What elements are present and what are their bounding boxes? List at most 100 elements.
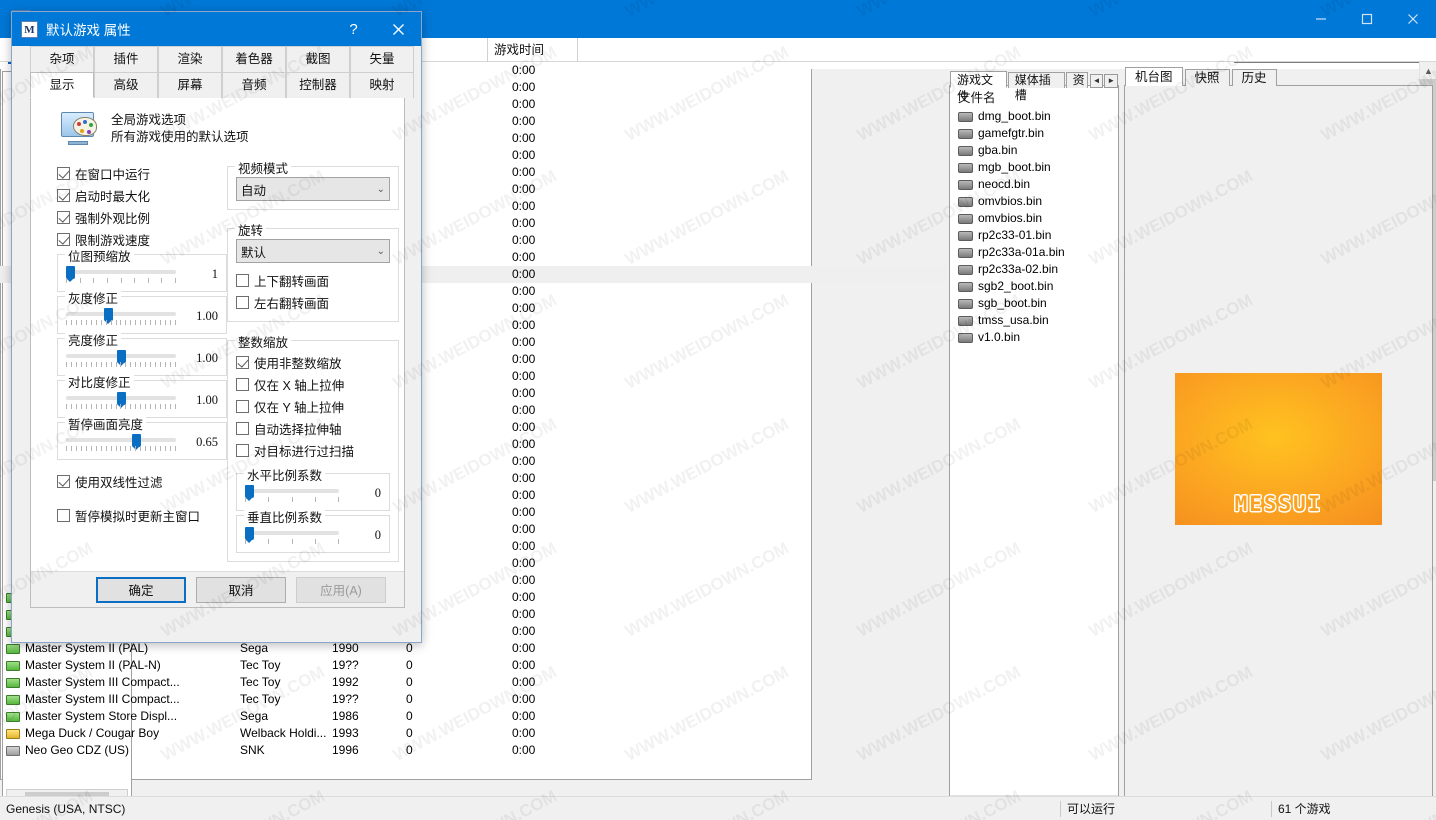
cell-time: 0:00 (512, 216, 536, 230)
dialog-tab-5[interactable]: 控制器 (286, 72, 350, 98)
checkbox-icon[interactable] (236, 443, 249, 457)
rom-chip-icon (958, 162, 973, 173)
checkbox-icon[interactable] (57, 474, 70, 488)
column-header-time[interactable]: 游戏时间 (488, 38, 578, 62)
dialog-tab-1[interactable]: 杂项 (30, 46, 94, 72)
dialog-tab-6[interactable]: 矢量 (350, 46, 414, 72)
list-item[interactable]: gamefgtr.bin (950, 125, 1118, 142)
help-icon[interactable]: ? (331, 12, 376, 46)
checkbox-flip-1[interactable]: 上下翻转画面 (236, 269, 390, 291)
preview-pane[interactable]: 机台图 快照 历史 MESSUI (1124, 67, 1433, 813)
cell-time: 0:00 (512, 233, 536, 247)
checkbox-icon[interactable] (236, 421, 249, 435)
chevron-down-icon[interactable]: ⌄ (377, 184, 385, 195)
checkbox-icon[interactable] (57, 508, 70, 522)
dialog-tab-2[interactable]: 插件 (94, 46, 158, 72)
checkbox-icon[interactable] (236, 273, 249, 287)
checkbox-icon[interactable] (236, 377, 249, 391)
slider-track[interactable] (66, 349, 176, 367)
slider-track[interactable] (244, 484, 339, 502)
slider-track[interactable] (66, 307, 176, 325)
tab-history[interactable]: 历史 (1231, 69, 1277, 87)
rotation-select[interactable]: 默认 ⌄ (236, 239, 390, 263)
scroll-up-icon[interactable]: ▲ (1420, 62, 1436, 79)
cell-time: 0:00 (512, 80, 536, 94)
chevron-down-icon[interactable]: ⌄ (377, 246, 385, 257)
dialog-tab-4[interactable]: 音频 (222, 72, 286, 98)
dialog-tabs-row-2: 显示 高级 屏幕 音频 控制器 映射 (30, 72, 421, 98)
ok-button[interactable]: 确定 (96, 576, 186, 603)
list-item[interactable]: neocd.bin (950, 176, 1118, 193)
cell-time: 0:00 (512, 114, 536, 128)
list-item[interactable]: omvbios.bin (950, 210, 1118, 227)
software-files-pane[interactable]: 游戏文件 媒体插槽 资 ◄ ► 文件名 dmg_boot.bin gamefgtr… (949, 71, 1119, 813)
list-item[interactable]: rp2c33a-02.bin (950, 261, 1118, 278)
cell-time: 0:00 (512, 522, 536, 536)
checkbox-option-3[interactable]: 强制外观比例 (57, 206, 227, 228)
slider-track[interactable] (66, 433, 176, 451)
rom-chip-icon (958, 128, 973, 139)
checkbox-icon[interactable] (57, 166, 70, 180)
slider-value: 1.00 (196, 308, 218, 323)
dialog-tab-5[interactable]: 截图 (286, 46, 350, 72)
rom-chip-icon (958, 230, 973, 241)
checkbox-icon[interactable] (236, 355, 249, 369)
checkbox-scaling-5[interactable]: 对目标进行过扫描 (236, 439, 390, 461)
default-game-properties-dialog[interactable]: M 默认游戏 属性 ? 杂项 插件 渲染 着色器 截图 矢量 显示 高级 屏幕 音频 控制器 映射 (11, 11, 422, 643)
checkbox-option-1[interactable]: 在窗口中运行 (57, 162, 227, 184)
list-item[interactable]: dmg_boot.bin (950, 108, 1118, 125)
checkbox-flip-2[interactable]: 左右翻转画面 (236, 291, 390, 313)
slider-track[interactable] (244, 526, 339, 544)
tab-cabinet-image[interactable]: 机台图 (1125, 67, 1183, 87)
checkbox-icon[interactable] (236, 295, 249, 309)
dialog-titlebar: M 默认游戏 属性 ? (12, 12, 421, 46)
slider-label: 对比度修正 (65, 372, 134, 391)
checkbox-label: 自动选择拉伸轴 (254, 422, 342, 437)
dialog-tab-4[interactable]: 着色器 (222, 46, 286, 72)
checkbox-scaling-3[interactable]: 仅在 Y 轴上拉伸 (236, 395, 390, 417)
checkbox-icon[interactable] (57, 210, 70, 224)
cell-time: 0:00 (512, 420, 536, 434)
minimize-icon[interactable] (1298, 0, 1344, 38)
tab-snapshot[interactable]: 快照 (1184, 69, 1230, 87)
list-item[interactable]: omvbios.bin (950, 193, 1118, 210)
list-item[interactable]: gba.bin (950, 142, 1118, 159)
list-item[interactable]: rp2c33-01.bin (950, 227, 1118, 244)
files-list[interactable]: 文件名 dmg_boot.bin gamefgtr.bin gba.bin mgb_b… (950, 86, 1118, 795)
cell-year: 1996 (332, 743, 359, 757)
dialog-close-icon[interactable] (376, 12, 421, 46)
checkbox-icon[interactable] (236, 399, 249, 413)
close-icon[interactable] (1390, 0, 1436, 38)
cancel-button[interactable]: 取消 (196, 576, 286, 603)
checkbox-update-main-window[interactable]: 暂停模拟时更新主窗口 (57, 504, 227, 526)
list-item[interactable]: mgb_boot.bin (950, 159, 1118, 176)
checkbox-icon[interactable] (57, 188, 70, 202)
checkbox-scaling-4[interactable]: 自动选择拉伸轴 (236, 417, 390, 439)
checkbox-scaling-2[interactable]: 仅在 X 轴上拉伸 (236, 373, 390, 395)
cell-maker: Welback Holdi... (240, 726, 327, 740)
maximize-icon[interactable] (1344, 0, 1390, 38)
cell-plays: 0 (406, 726, 413, 740)
cell-time: 0:00 (512, 165, 536, 179)
checkbox-icon[interactable] (57, 232, 70, 246)
dialog-tab-2[interactable]: 高级 (94, 72, 158, 98)
apply-button[interactable]: 应用(A) (296, 576, 386, 603)
checkbox-bilinear-filter[interactable]: 使用双线性过滤 (57, 470, 227, 492)
cell-time: 0:00 (512, 318, 536, 332)
dialog-tab-1[interactable]: 显示 (30, 72, 94, 98)
dialog-tab-3[interactable]: 渲染 (158, 46, 222, 72)
window-controls (1298, 0, 1436, 38)
checkbox-option-2[interactable]: 启动时最大化 (57, 184, 227, 206)
slider-track[interactable] (66, 265, 176, 283)
list-item[interactable]: v1.0.bin (950, 329, 1118, 346)
list-item[interactable]: rp2c33a-01a.bin (950, 244, 1118, 261)
checkbox-scaling-1[interactable]: 使用非整数缩放 (236, 351, 390, 373)
slider-track[interactable] (66, 391, 176, 409)
dialog-tab-6[interactable]: 映射 (350, 72, 414, 98)
cell-time: 0:00 (512, 369, 536, 383)
list-item[interactable]: tmss_usa.bin (950, 312, 1118, 329)
list-item[interactable]: sgb_boot.bin (950, 295, 1118, 312)
list-item[interactable]: sgb2_boot.bin (950, 278, 1118, 295)
dialog-tab-3[interactable]: 屏幕 (158, 72, 222, 98)
video-mode-select[interactable]: 自动 ⌄ (236, 177, 390, 201)
